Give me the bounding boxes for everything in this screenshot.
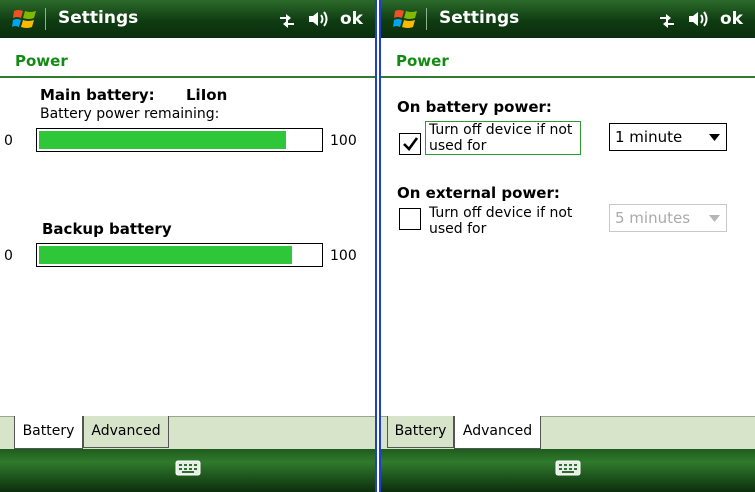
app-title: Settings <box>439 8 520 28</box>
advanced-content: On battery power: Turn off device if not… <box>381 80 755 420</box>
title-bar: Settings ok <box>0 0 375 38</box>
speaker-icon[interactable] <box>307 9 331 29</box>
dropdown-arrow-icon <box>709 134 720 141</box>
keyboard-icon[interactable] <box>175 459 201 477</box>
main-battery-type: LiIon <box>186 86 228 104</box>
battery-turn-off-checkbox[interactable] <box>399 133 421 155</box>
advanced-screen: Settings ok Power On battery power: Turn… <box>379 0 755 492</box>
title-bar: Settings ok <box>381 0 755 38</box>
dropdown-arrow-icon <box>709 215 720 222</box>
ok-button[interactable]: ok <box>340 9 363 29</box>
page-header: Power <box>381 46 755 78</box>
main-battery-progress-bar <box>36 128 323 152</box>
tab-advanced[interactable]: Advanced <box>454 416 541 449</box>
external-timeout-dropdown[interactable]: 5 minutes <box>609 204 727 232</box>
title-separator <box>426 8 427 30</box>
battery-turn-off-label[interactable]: Turn off device if not used for <box>425 121 581 155</box>
connectivity-icon[interactable] <box>656 9 678 29</box>
tab-strip: Battery Advanced <box>381 416 755 450</box>
status-icons: ok <box>656 7 743 31</box>
battery-timeout-dropdown[interactable]: 1 minute <box>609 123 727 151</box>
title-separator <box>45 8 46 30</box>
tab-strip: Battery Advanced <box>0 416 375 450</box>
soft-key-bar <box>0 449 375 492</box>
page-title: Power <box>396 52 449 70</box>
connectivity-icon[interactable] <box>276 9 298 29</box>
main-battery-meter: 0 100 <box>0 128 375 156</box>
speaker-icon[interactable] <box>687 9 711 29</box>
ok-button[interactable]: ok <box>720 9 743 29</box>
meter-min: 0 <box>4 248 13 264</box>
check-icon <box>403 137 419 151</box>
remaining-label: Battery power remaining: <box>40 106 220 122</box>
status-icons: ok <box>276 7 363 31</box>
external-power-section: On external power: <box>397 184 560 202</box>
battery-screen: Settings ok Power Main battery: LiIon Ba… <box>0 0 377 492</box>
tab-advanced[interactable]: Advanced <box>83 416 169 448</box>
external-turn-off-checkbox[interactable] <box>399 208 421 230</box>
meter-max: 100 <box>330 248 357 264</box>
dropdown-value: 1 minute <box>615 128 683 146</box>
meter-max: 100 <box>330 133 357 149</box>
backup-battery-label: Backup battery <box>42 220 172 238</box>
app-title: Settings <box>58 8 139 28</box>
battery-content: Main battery: LiIon Battery power remain… <box>0 80 375 420</box>
page-title: Power <box>15 52 68 70</box>
soft-key-bar <box>381 449 755 492</box>
windows-logo-icon[interactable] <box>393 7 419 31</box>
external-turn-off-label[interactable]: Turn off device if not used for <box>429 205 577 237</box>
main-battery-fill <box>39 131 287 149</box>
windows-logo-icon[interactable] <box>12 7 38 31</box>
tab-battery[interactable]: Battery <box>387 416 454 448</box>
main-battery-label: Main battery: <box>40 86 155 104</box>
meter-min: 0 <box>4 133 13 149</box>
dropdown-value: 5 minutes <box>615 209 691 227</box>
backup-battery-fill <box>39 246 292 264</box>
page-header: Power <box>0 46 375 78</box>
backup-battery-meter: 0 100 <box>0 243 375 271</box>
keyboard-icon[interactable] <box>555 459 581 477</box>
backup-battery-progress-bar <box>36 243 323 267</box>
tab-battery[interactable]: Battery <box>14 416 83 449</box>
battery-power-section: On battery power: <box>397 98 552 116</box>
